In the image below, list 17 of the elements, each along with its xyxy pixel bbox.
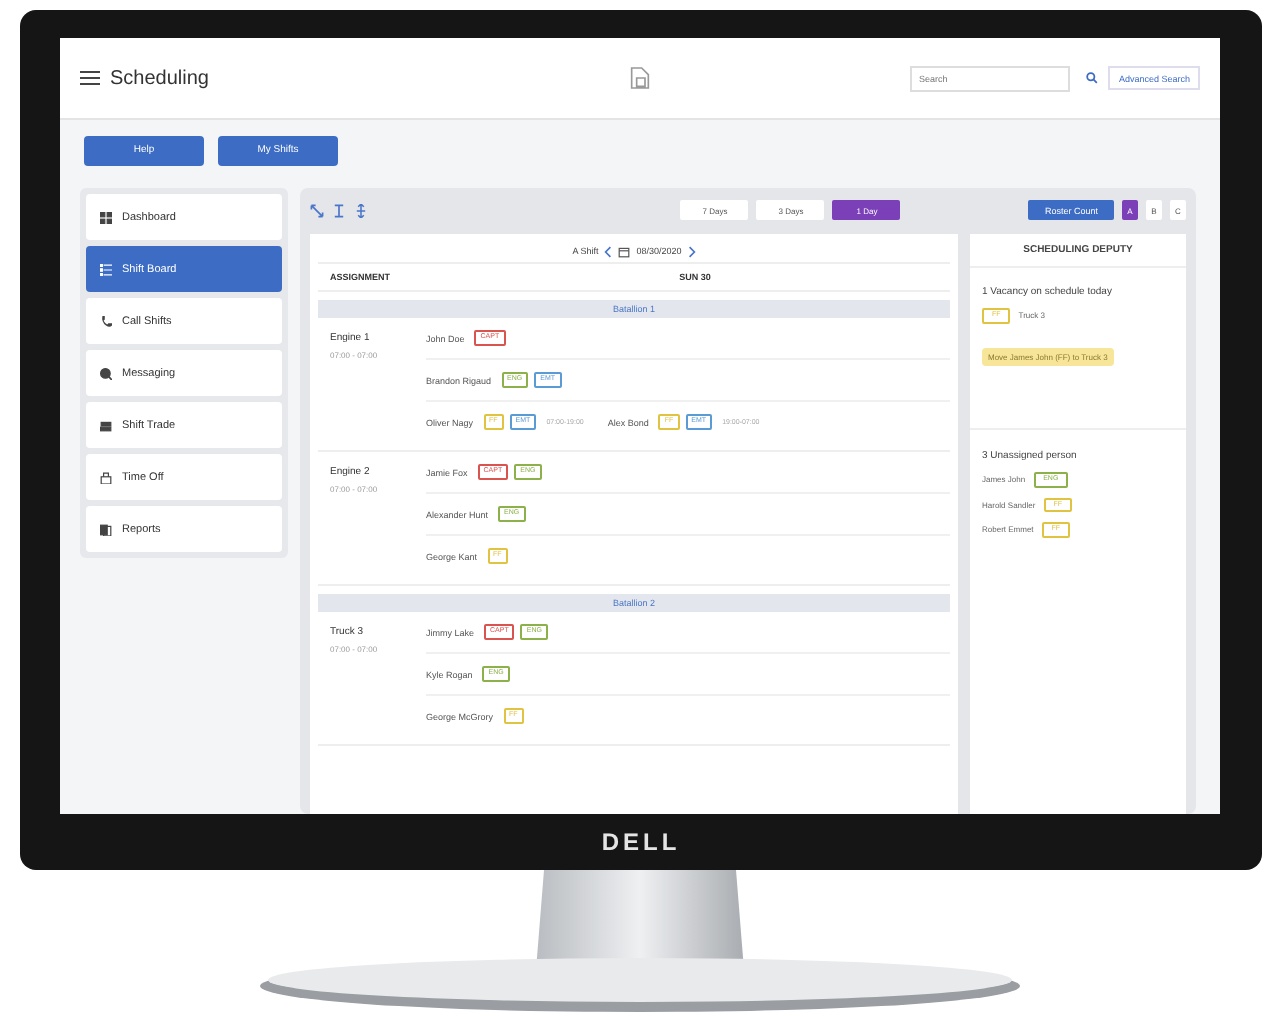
vertical-arrows-icon[interactable] bbox=[354, 203, 368, 217]
vertical-bar-icon[interactable] bbox=[332, 203, 346, 217]
grid-icon bbox=[100, 211, 112, 223]
app-title: Scheduling bbox=[110, 67, 209, 89]
phone-icon bbox=[100, 315, 112, 327]
monitor-brand-logo: DELL bbox=[601, 828, 681, 856]
chevron-left-icon[interactable] bbox=[604, 245, 613, 257]
diagonal-arrows-icon[interactable] bbox=[310, 203, 324, 217]
list-icon bbox=[100, 263, 112, 275]
stack-icon bbox=[100, 419, 112, 431]
calendar-icon[interactable] bbox=[618, 245, 631, 257]
bag-icon bbox=[100, 471, 112, 483]
chevron-right-icon[interactable] bbox=[687, 245, 696, 257]
search-icon[interactable] bbox=[1086, 72, 1099, 84]
menu-icon[interactable] bbox=[80, 70, 100, 86]
document-icon bbox=[630, 66, 650, 90]
documents-icon bbox=[100, 523, 112, 535]
